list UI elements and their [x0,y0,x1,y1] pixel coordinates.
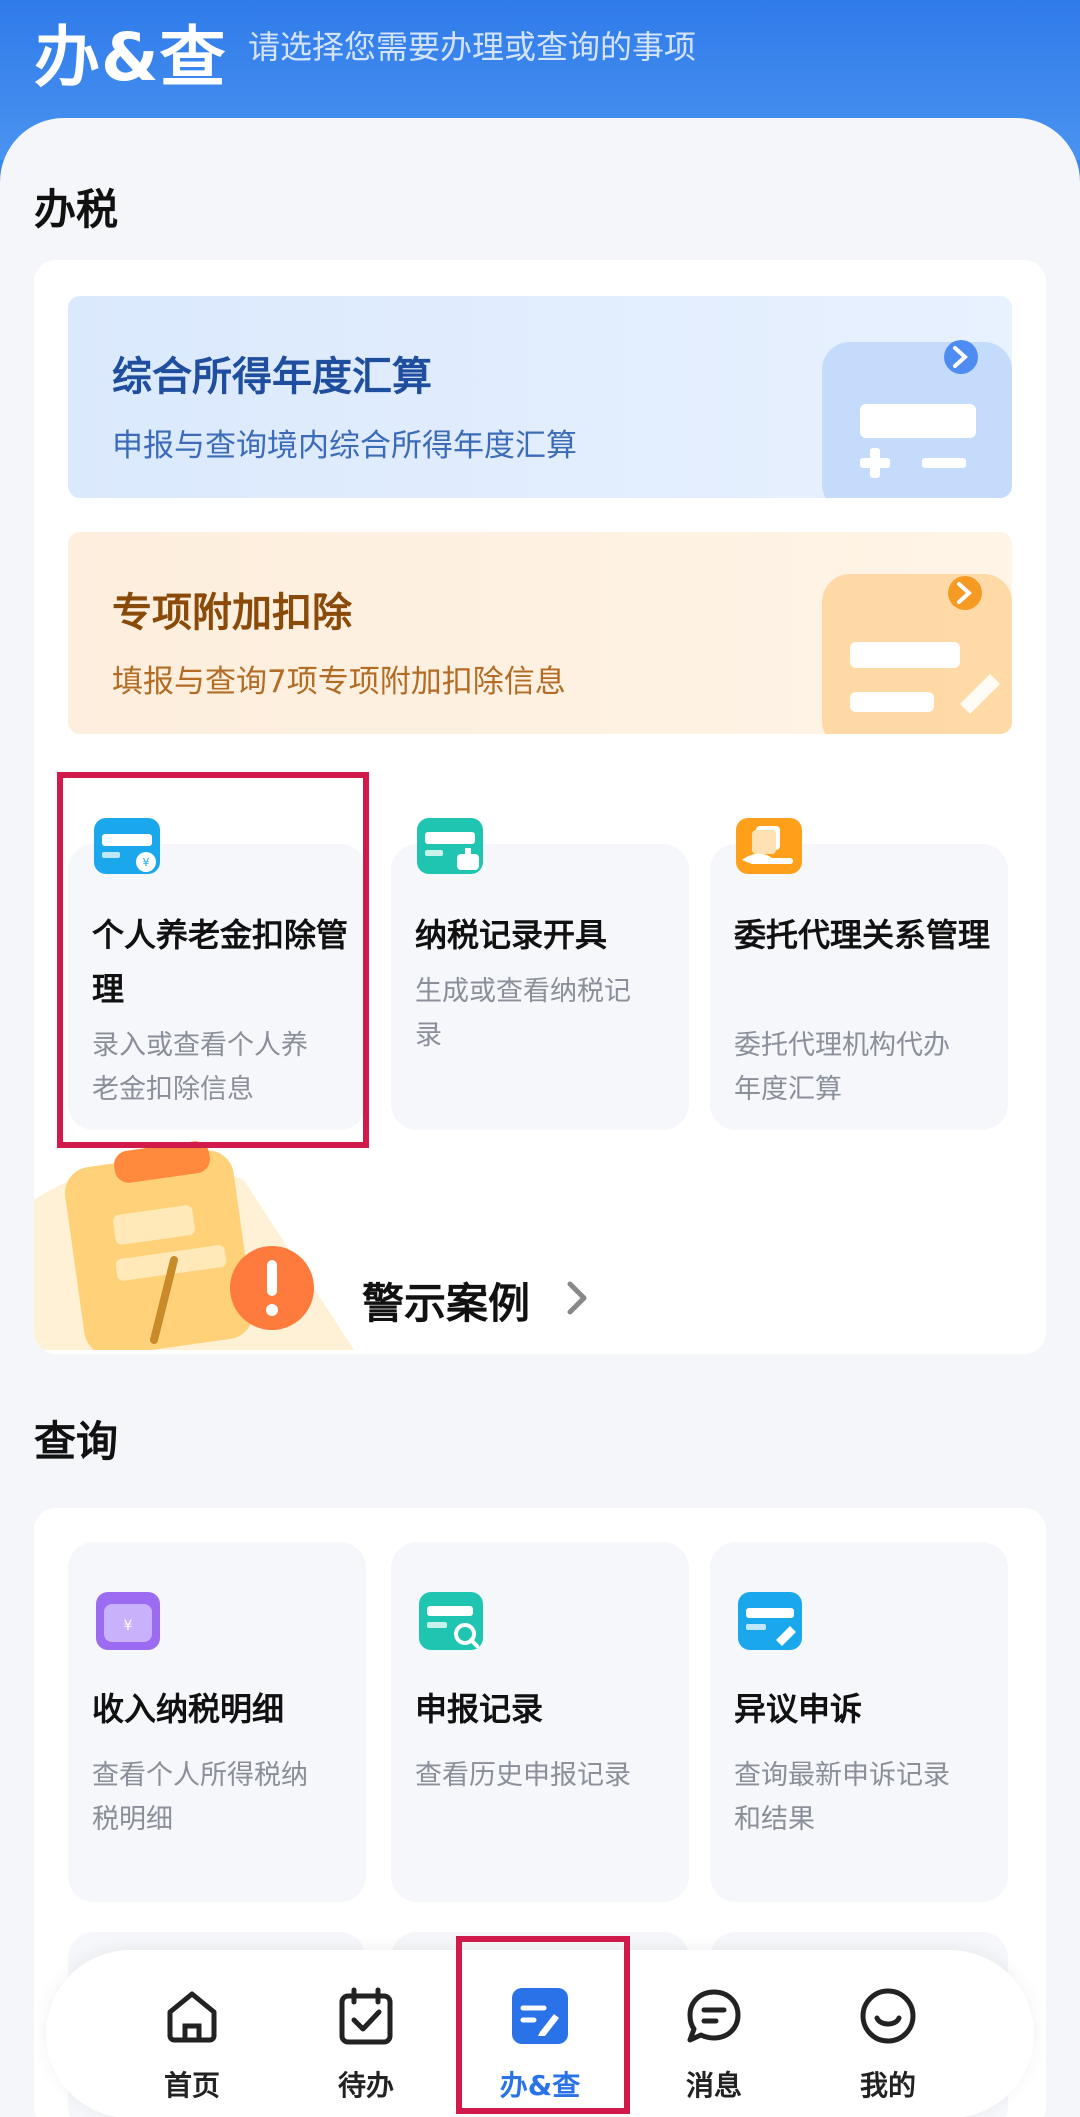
tile-title: 委托代理关系管理 [734,916,991,954]
declare-record-icon [419,1592,483,1650]
tax-record-icon [417,818,483,874]
todo-calendar-icon [339,1987,393,2045]
banner-title: 专项附加扣除 [112,590,352,636]
banner-subtitle: 填报与查询7项专项附加扣除信息 [112,664,566,700]
page-title: 办&查 [34,19,227,96]
tile-subtitle: 查看历史申报记录 [415,1760,631,1791]
warning-clipboard-illustration-icon [34,1141,354,1350]
smile-profile-icon [860,1988,916,2044]
chevron-right-icon [567,1281,587,1315]
tile-title: 申报记录 [415,1690,544,1728]
svg-text:¥: ¥ [124,1618,133,1634]
nav-label: 待办 [337,2069,394,2102]
nav-item-home[interactable]: 首页 [132,1986,252,2106]
special-deduction-banner[interactable]: 专项附加扣除 填报与查询7项专项附加扣除信息 [68,532,1012,734]
tile-subtitle: 查看个人所得税纳税明细 [92,1760,308,1835]
form-illustration-icon [822,574,1012,734]
tile-declare-record[interactable]: 申报记录 查看历史申报记录 [391,1542,689,1902]
warning-cases-link[interactable]: 警示案例 [362,1270,530,1331]
tile-title: 异议申诉 [734,1690,863,1728]
nav-label: 首页 [163,2069,220,2102]
tile-subtitle: 委托代理机构代办年度汇算 [734,1030,950,1105]
nav-item-profile[interactable]: 我的 [828,1986,948,2106]
banner-subtitle: 申报与查询境内综合所得年度汇算 [112,428,577,464]
highlight-box [57,772,369,1148]
appeal-icon [738,1592,802,1650]
tile-agency-management[interactable]: 委托代理关系管理 委托代理机构代办年度汇算 [710,780,1008,1130]
tile-subtitle: 生成或查看纳税记录 [415,976,631,1051]
tile-tax-record[interactable]: 纳税记录开具 生成或查看纳税记录 [391,780,689,1130]
income-detail-icon: ¥ [96,1592,160,1650]
tile-subtitle: 查询最新申诉记录和结果 [734,1760,950,1835]
home-icon [167,1991,217,2043]
message-icon [687,1989,741,2043]
banner-title: 综合所得年度汇算 [112,354,432,400]
nav-item-todo[interactable]: 待办 [306,1986,426,2106]
nav-label: 我的 [859,2069,916,2102]
agency-icon [736,818,802,874]
section-title-query: 查询 [34,1417,119,1466]
tile-appeal[interactable]: 异议申诉 查询最新申诉记录和结果 [710,1542,1008,1902]
highlight-box [456,1936,630,2114]
tile-income-detail[interactable]: ¥ 收入纳税明细 查看个人所得税纳税明细 [68,1542,366,1902]
annual-settlement-banner[interactable]: 综合所得年度汇算 申报与查询境内综合所得年度汇算 [68,296,1012,498]
calculator-illustration-icon [822,340,1012,498]
nav-item-messages[interactable]: 消息 [654,1986,774,2106]
tile-title: 纳税记录开具 [415,916,608,954]
section-title-tax: 办税 [34,185,119,234]
tile-title: 收入纳税明细 [92,1690,285,1728]
page-subtitle: 请选择您需要办理或查询的事项 [248,28,697,66]
nav-label: 消息 [685,2069,742,2102]
